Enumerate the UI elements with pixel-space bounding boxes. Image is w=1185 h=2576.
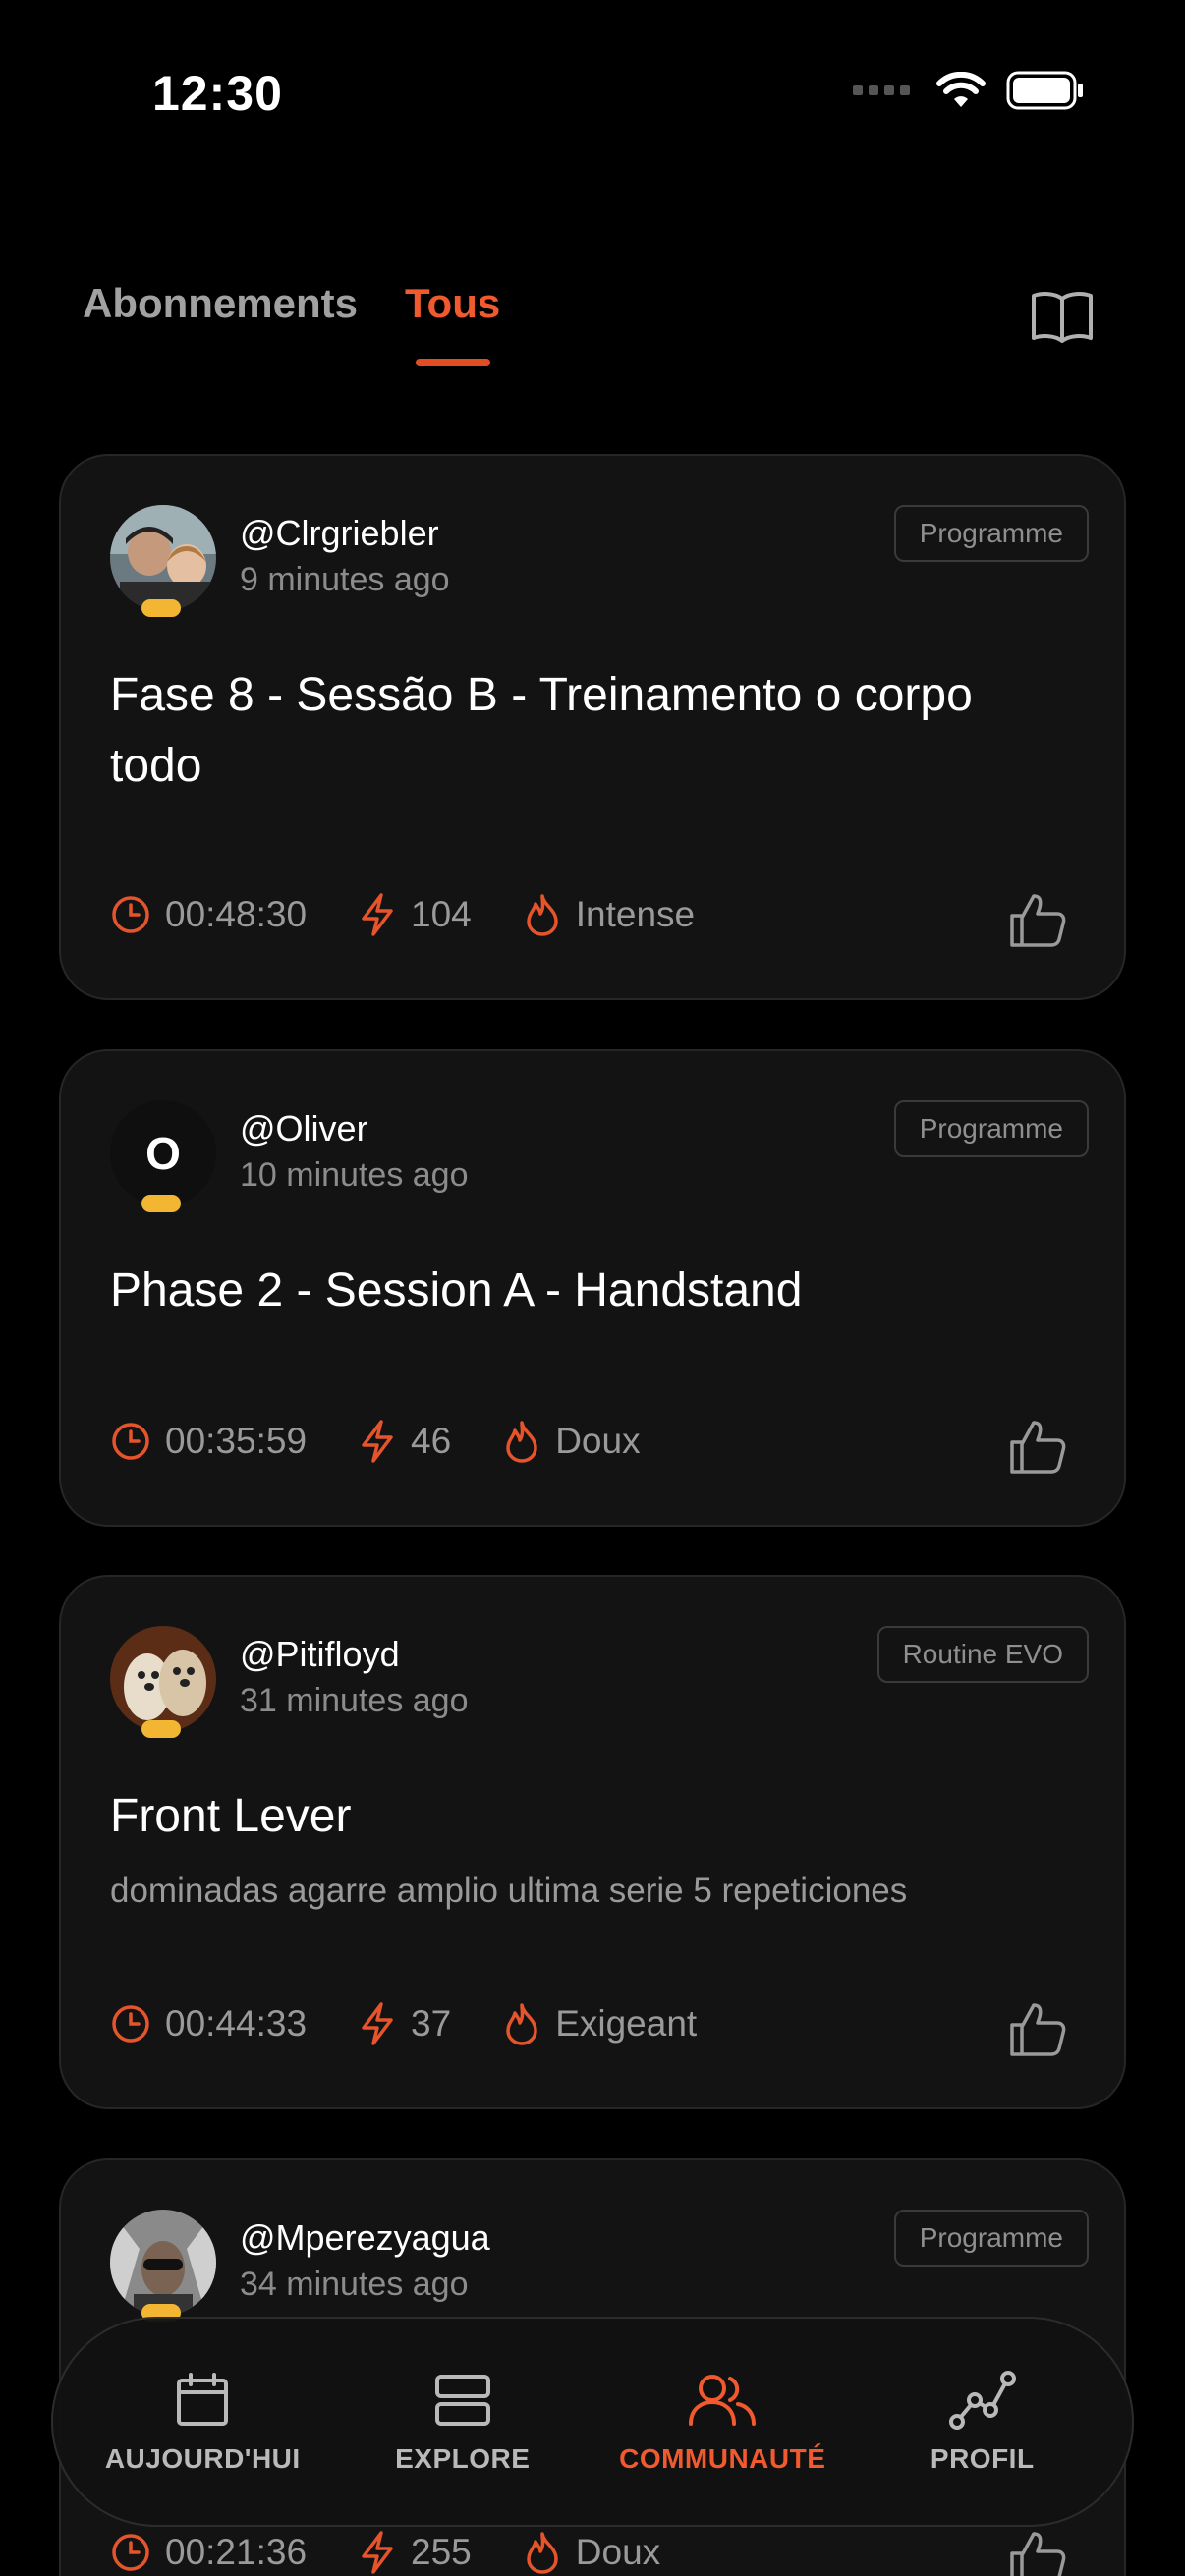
battery-icon [1006,71,1083,110]
premium-badge-icon [141,599,181,617]
tab-tous-label: Tous [405,280,501,326]
bottom-nav: AUJOURD'HUI EXPLORE COMMUNAUTÉ PROFIL [51,2317,1134,2527]
duration-stat: 00:48:30 [110,894,307,935]
energy-stat: 255 [358,2530,472,2575]
post-tag: Programme [893,1100,1089,1157]
flame-icon [527,2532,558,2574]
feed-card[interactable]: O @Oliver 10 minutes ago Programme Phase… [59,1049,1126,1527]
intensity-value: Exigeant [555,2003,698,2044]
intensity-value: Doux [555,1421,641,1461]
post-title: Phase 2 - Session A - Handstand [110,1264,803,1316]
calendar-icon [177,2373,229,2426]
post-stats: 00:35:59 46 Doux [110,1419,692,1464]
post-tag: Programme [893,2210,1089,2267]
nav-item-explore[interactable]: EXPLORE [345,2369,581,2475]
username[interactable]: @Mperezyagua [240,2217,490,2259]
avatar[interactable]: O [110,1100,216,1206]
avatar-photo [110,1626,216,1732]
flame-icon [506,1421,537,1463]
avatar-photo [110,505,216,611]
thumbs-up-icon[interactable] [1006,1415,1069,1478]
intensity-stat: Intense [523,892,695,937]
energy-stat: 104 [358,892,472,937]
post-title: Fase 8 - Sessão B - Treinamento o corpo … [110,669,973,792]
cellular-signal-icon [853,85,910,95]
avatar[interactable] [110,505,216,611]
duration-stat: 00:35:59 [110,1421,307,1462]
status-icons [853,71,1085,110]
wifi-icon [936,72,986,107]
post-time: 31 minutes ago [240,1682,469,1719]
duration-stat: 00:44:33 [110,2003,307,2044]
nav-label-communaute: COMMUNAUTÉ [619,2443,826,2474]
lightning-icon [362,1420,393,1463]
lightning-icon [362,2002,393,2045]
avatar[interactable] [110,2210,216,2316]
clock-icon [112,2534,149,2571]
post-tag: Routine EVO [876,1626,1089,1683]
lightning-icon [362,893,393,936]
energy-value: 104 [411,894,472,934]
energy-value: 37 [411,2003,452,2044]
tab-abonnements[interactable]: Abonnements [83,280,358,366]
post-tag: Programme [893,505,1089,562]
clock-icon [112,896,149,933]
clock-icon [112,2005,149,2043]
feed-card[interactable]: @Pitifloyd 31 minutes ago Routine EVO Fr… [59,1575,1126,2109]
intensity-stat: Doux [523,2530,660,2575]
premium-badge-icon [141,1195,181,1212]
thumbs-up-icon[interactable] [1006,2526,1069,2576]
premium-badge-icon [141,1720,181,1738]
tab-abonnements-label: Abonnements [83,280,359,326]
book-icon[interactable] [1028,287,1097,346]
duration-value: 00:48:30 [165,894,308,934]
active-tab-indicator [415,359,490,366]
post-time: 34 minutes ago [240,2266,469,2303]
post-stats: 00:21:36 255 Doux [110,2530,711,2575]
energy-stat: 46 [358,1419,451,1464]
flame-icon [527,894,558,936]
post-stats: 00:48:30 104 Intense [110,892,746,937]
intensity-stat: Exigeant [502,2001,697,2046]
nav-label-explore: EXPLORE [395,2443,531,2474]
thumbs-up-icon[interactable] [1006,1997,1069,2060]
post-time: 10 minutes ago [240,1156,469,1194]
username[interactable]: @Oliver [240,1108,368,1149]
intensity-stat: Doux [502,1419,641,1464]
username[interactable]: @Pitifloyd [240,1634,400,1675]
clock-icon [112,1423,149,1460]
post-title: Front Lever [110,1790,352,1842]
duration-value: 00:35:59 [165,1421,308,1461]
feed-tabs: Abonnements Tous [83,280,500,366]
nav-label-profil: PROFIL [930,2443,1035,2474]
energy-value: 46 [411,1421,452,1461]
thumbs-up-icon[interactable] [1006,888,1069,951]
username[interactable]: @Clrgriebler [240,513,439,554]
nav-item-communaute[interactable]: COMMUNAUTÉ [604,2369,840,2475]
duration-value: 00:44:33 [165,2003,308,2044]
nav-item-aujourdhui[interactable]: AUJOURD'HUI [85,2369,320,2475]
energy-stat: 37 [358,2001,451,2046]
stack-icon [434,2375,490,2426]
intensity-value: Intense [575,894,696,934]
intensity-value: Doux [575,2532,661,2572]
post-time: 9 minutes ago [240,561,450,598]
avatar-photo [110,2210,216,2316]
status-bar: 12:30 [0,0,1185,196]
feed-card[interactable]: @Clrgriebler 9 minutes ago Programme Fas… [59,454,1126,1000]
energy-value: 255 [411,2532,472,2572]
duration-stat: 00:21:36 [110,2532,307,2573]
nav-item-profil[interactable]: PROFIL [865,2369,1100,2475]
community-icon [689,2375,757,2426]
chart-icon [948,2371,1016,2430]
flame-icon [506,2003,537,2045]
nav-label-aujourdhui: AUJOURD'HUI [104,2443,301,2474]
lightning-icon [362,2531,393,2574]
post-stats: 00:44:33 37 Exigeant [110,2001,748,2046]
duration-value: 00:21:36 [165,2532,308,2572]
post-description: dominadas agarre amplio ultima serie 5 r… [110,1872,908,1910]
tab-tous[interactable]: Tous [405,280,500,366]
avatar[interactable] [110,1626,216,1732]
status-time: 12:30 [152,66,283,121]
